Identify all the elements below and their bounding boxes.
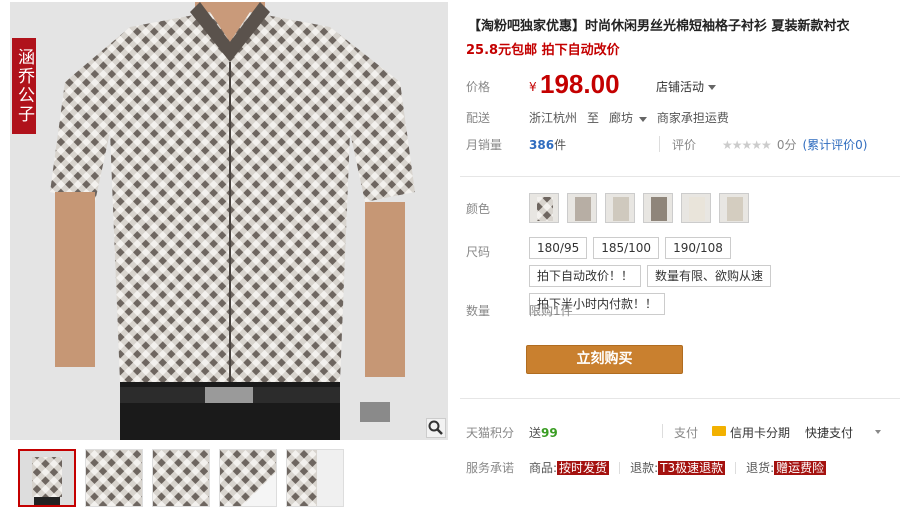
- service-item: 商品: 按时发货: [529, 459, 610, 476]
- product-info-panel: 【淘粉吧独家优惠】时尚休闲男丝光棉短袖格子衬衫 夏装新款衬衣 25.8元包邮 拍…: [460, 0, 900, 513]
- zoom-button[interactable]: [426, 418, 446, 438]
- color-swatch[interactable]: [719, 193, 749, 223]
- shirt-illustration: [10, 2, 448, 440]
- section-divider: [460, 176, 900, 177]
- price-value: 198.00: [540, 69, 620, 99]
- shop-activity-label: 店铺活动: [656, 80, 705, 94]
- size-options: 180/95 185/100 190/108 拍下自动改价！！ 数量有限、欲购从…: [529, 237, 829, 315]
- promo-price: 25.8元包邮: [466, 43, 538, 58]
- service-item: 退货: 赠运费险: [746, 459, 827, 476]
- size-label: 尺码: [466, 245, 491, 259]
- chevron-down-icon: [638, 117, 647, 122]
- product-title: 【淘粉吧独家优惠】时尚休闲男丝光棉短袖格子衬衫 夏装新款衬衣: [468, 19, 850, 34]
- shipping-info: 浙江杭州 至 廊坊 商家承担运费: [529, 109, 729, 126]
- thumbnail-2[interactable]: [85, 449, 143, 507]
- service-badge[interactable]: 赠运费险: [774, 461, 827, 475]
- sales-label: 月销量: [466, 138, 503, 152]
- chevron-down-icon: [708, 85, 717, 90]
- color-swatches: [529, 193, 749, 223]
- buy-now-button[interactable]: 立刻购买: [526, 345, 683, 374]
- points-label: 天猫积分: [466, 426, 515, 440]
- points-text: 送: [529, 426, 542, 440]
- credit-card-icon: [712, 426, 726, 436]
- credit-installment-link[interactable]: 信用卡分期: [730, 424, 790, 441]
- thumbnail-1[interactable]: [18, 449, 76, 507]
- sales-count-value: 386: [529, 138, 555, 152]
- size-option[interactable]: 180/95: [529, 237, 588, 259]
- divider: [659, 136, 660, 152]
- size-option[interactable]: 185/100: [593, 237, 660, 259]
- section-divider: [460, 398, 900, 399]
- service-item-label: 商品:: [529, 461, 558, 475]
- color-swatch[interactable]: [567, 193, 597, 223]
- service-label: 服务承诺: [466, 461, 515, 475]
- ship-from: 浙江杭州: [529, 111, 578, 125]
- star-icons: ★★★★★: [722, 137, 772, 152]
- size-option[interactable]: 数量有限、欲购从速: [647, 265, 772, 287]
- size-option[interactable]: 190/108: [665, 237, 731, 259]
- color-swatch[interactable]: [529, 193, 559, 223]
- ship-to: 廊坊: [609, 111, 634, 125]
- thumbnail-4[interactable]: [219, 449, 277, 507]
- shipping-fee: 商家承担运费: [656, 111, 729, 125]
- color-swatch[interactable]: [605, 193, 635, 223]
- service-badge[interactable]: 按时发货: [557, 461, 610, 475]
- rating-info: 评价 ★★★★★ 0分 (累计评价0): [672, 136, 867, 153]
- divider: [735, 461, 737, 474]
- fast-pay-dropdown[interactable]: 快捷支付: [805, 424, 853, 441]
- promo-note: 拍下自动改价: [541, 43, 620, 58]
- thumbnail-strip: [18, 449, 344, 511]
- service-badge[interactable]: T3极速退款: [658, 461, 726, 475]
- main-product-image[interactable]: [10, 2, 448, 440]
- shop-activity-dropdown[interactable]: 店铺活动: [656, 78, 717, 95]
- service-promises: 商品: 按时发货 退款: T3极速退款 退货: 赠运费险: [529, 459, 827, 476]
- divider: [662, 424, 663, 438]
- promo-line: 25.8元包邮 拍下自动改价: [466, 39, 620, 58]
- color-swatch[interactable]: [643, 193, 673, 223]
- sales-count: 386件: [529, 136, 566, 153]
- service-item-label: 退款:: [630, 461, 659, 475]
- thumbnail-3[interactable]: [152, 449, 210, 507]
- points-value: 99: [541, 426, 558, 440]
- ship-to-dropdown[interactable]: 廊坊: [609, 109, 647, 126]
- payment-label: 支付: [674, 426, 699, 440]
- ship-to-word: 至: [587, 111, 600, 125]
- size-option[interactable]: 拍下自动改价！！: [529, 265, 642, 287]
- rating-score: 0分: [776, 138, 797, 152]
- price-label: 价格: [466, 80, 491, 94]
- brand-tag: 涵乔公子: [12, 38, 36, 134]
- rating-label: 评价: [672, 138, 697, 152]
- sales-unit: 件: [554, 138, 567, 152]
- magnifier-icon: [428, 420, 443, 435]
- color-swatch[interactable]: [681, 193, 711, 223]
- currency-symbol: ¥: [529, 80, 537, 94]
- points-info: 送99: [529, 424, 558, 441]
- shipping-label: 配送: [466, 111, 491, 125]
- color-label: 颜色: [466, 202, 491, 216]
- chevron-down-icon: [875, 430, 881, 434]
- service-item: 退款: T3极速退款: [630, 459, 726, 476]
- divider: [619, 461, 621, 474]
- quantity-limit: 限购1件: [529, 304, 573, 318]
- thumbnail-5[interactable]: [286, 449, 344, 507]
- product-gallery: 涵乔公子: [0, 0, 450, 513]
- review-count-link[interactable]: (累计评价0): [802, 136, 867, 153]
- service-item-label: 退货:: [746, 461, 775, 475]
- quantity-label: 数量: [466, 304, 491, 318]
